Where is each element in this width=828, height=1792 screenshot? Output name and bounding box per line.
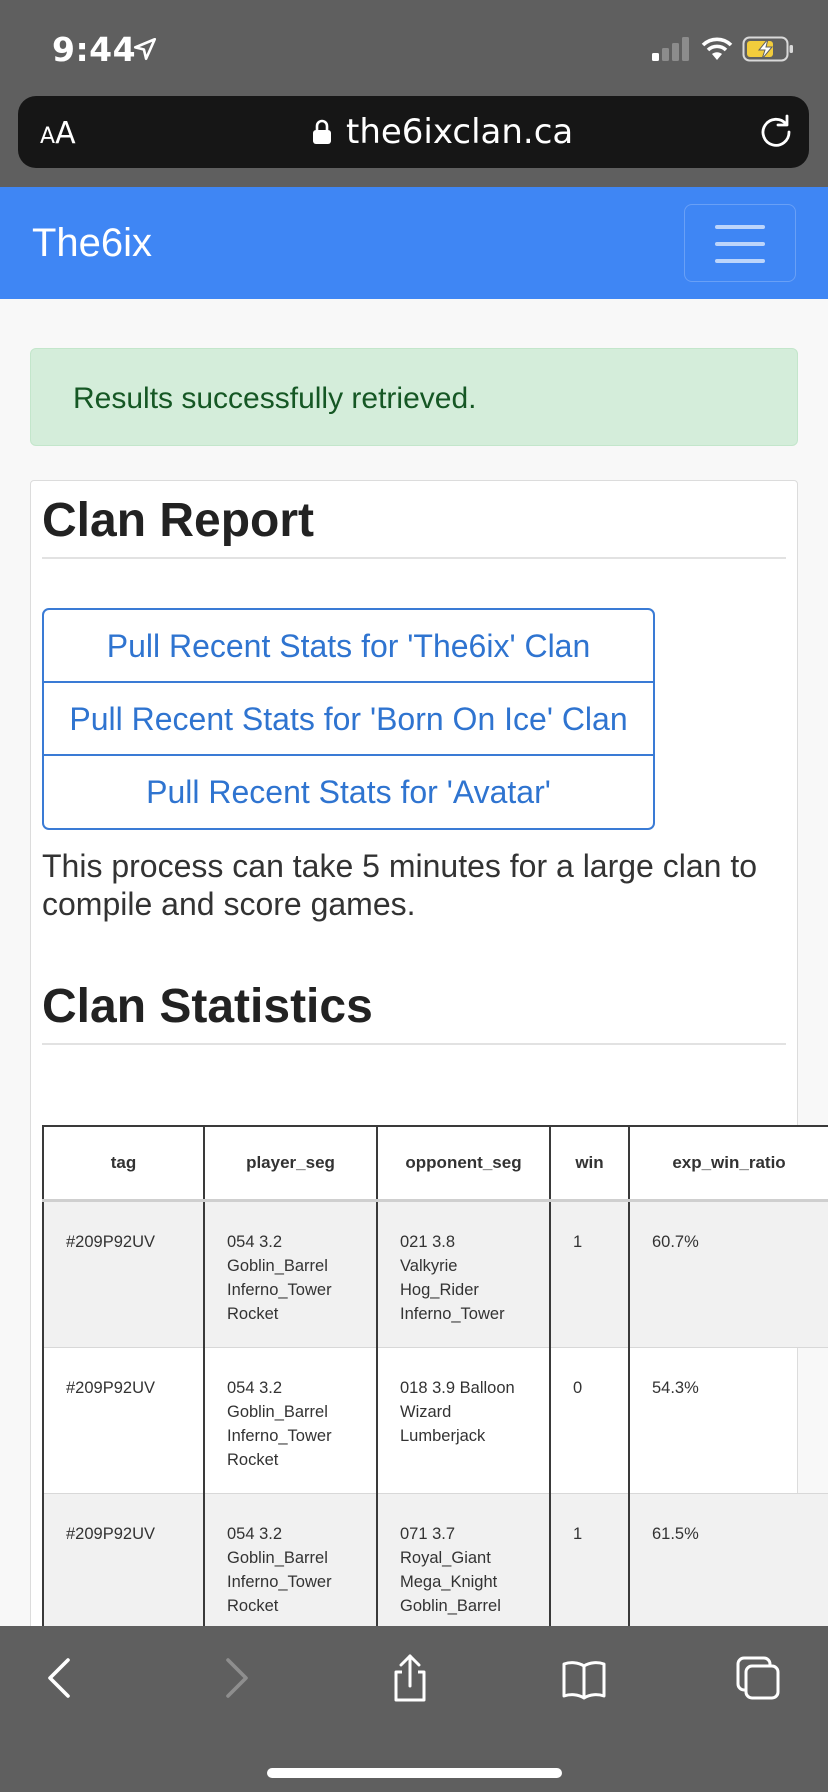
divider [42, 1043, 786, 1045]
browser-toolbar [0, 1626, 828, 1792]
cell-win: 0 [549, 1347, 630, 1494]
text-size-button[interactable]: AA [40, 116, 76, 151]
cell-exp-win-ratio: 60.7% [628, 1200, 828, 1348]
hamburger-menu-button[interactable] [684, 204, 796, 282]
cell-win: 1 [549, 1493, 630, 1626]
column-header-tag[interactable]: tag [42, 1125, 205, 1202]
cell-player-seg: 054 3.2 Goblin_Barrel Inferno_Tower Rock… [203, 1493, 378, 1626]
cell-opponent-seg: 021 3.8 Valkyrie Hog_Rider Inferno_Tower [376, 1200, 551, 1348]
stats-table: tag player_seg opponent_seg win exp_win_… [42, 1125, 828, 1626]
clan-report-heading: Clan Report [42, 494, 315, 547]
process-note: This process can take 5 minutes for a la… [42, 848, 758, 922]
column-header-player-seg[interactable]: player_seg [203, 1125, 378, 1202]
table-row: #209P92UV 054 3.2 Goblin_Barrel Inferno_… [42, 1493, 828, 1626]
cell-player-seg: 054 3.2 Goblin_Barrel Inferno_Tower Rock… [203, 1200, 378, 1348]
cell-opponent-seg: 018 3.9 Balloon Wizard Lumberjack [376, 1347, 551, 1494]
status-time: 9:44 [52, 30, 137, 69]
cell-tag: #209P92UV [42, 1347, 205, 1494]
battery-charging-icon [742, 36, 793, 62]
lock-icon [313, 119, 331, 144]
address-bar[interactable]: AA the6ixclan.ca [18, 96, 809, 168]
column-header-win[interactable]: win [549, 1125, 630, 1202]
forward-icon[interactable] [210, 1654, 258, 1702]
table-row: #209P92UV 054 3.2 Goblin_Barrel Inferno_… [42, 1347, 828, 1494]
clan-statistics-heading: Clan Statistics [42, 980, 373, 1033]
pull-born-on-ice-stats-button[interactable]: Pull Recent Stats for 'Born On Ice' Clan [44, 683, 653, 756]
column-header-opponent-seg[interactable]: opponent_seg [376, 1125, 551, 1202]
reload-icon[interactable] [758, 114, 794, 150]
share-icon[interactable] [386, 1654, 434, 1702]
status-bar: 9:44 [0, 0, 828, 96]
cell-exp-win-ratio: 61.5% [628, 1493, 828, 1626]
table-header-row: tag player_seg opponent_seg win exp_win_… [42, 1125, 828, 1202]
divider [42, 557, 786, 559]
pull-the6ix-stats-button[interactable]: Pull Recent Stats for 'The6ix' Clan [44, 610, 653, 683]
column-header-exp-win-ratio[interactable]: exp_win_ratio [628, 1125, 828, 1202]
pull-avatar-stats-button[interactable]: Pull Recent Stats for 'Avatar' [44, 756, 653, 828]
navbar-brand[interactable]: The6ix [32, 221, 152, 266]
location-arrow-icon [133, 37, 157, 61]
tabs-icon[interactable] [734, 1654, 782, 1702]
pull-stats-button-group: Pull Recent Stats for 'The6ix' Clan Pull… [42, 608, 655, 830]
web-page: The6ix Results successfully retrieved. C… [0, 187, 828, 1626]
url-text[interactable]: the6ixclan.ca [346, 112, 573, 152]
success-alert: Results successfully retrieved. [30, 348, 798, 446]
back-icon[interactable] [38, 1654, 86, 1702]
cell-tag: #209P92UV [42, 1493, 205, 1626]
navbar: The6ix [0, 187, 828, 299]
cell-opponent-seg: 071 3.7 Royal_Giant Mega_Knight Goblin_B… [376, 1493, 551, 1626]
cellular-signal-icon [652, 37, 689, 61]
home-indicator[interactable] [267, 1768, 562, 1778]
cell-win: 1 [549, 1200, 630, 1348]
cell-tag: #209P92UV [42, 1200, 205, 1348]
wifi-icon [701, 37, 733, 60]
cell-player-seg: 054 3.2 Goblin_Barrel Inferno_Tower Rock… [203, 1347, 378, 1494]
bookmarks-icon[interactable] [560, 1654, 608, 1702]
cell-exp-win-ratio: 54.3% [628, 1347, 828, 1494]
hamburger-icon [715, 225, 765, 229]
table-row: #209P92UV 054 3.2 Goblin_Barrel Inferno_… [42, 1200, 828, 1348]
